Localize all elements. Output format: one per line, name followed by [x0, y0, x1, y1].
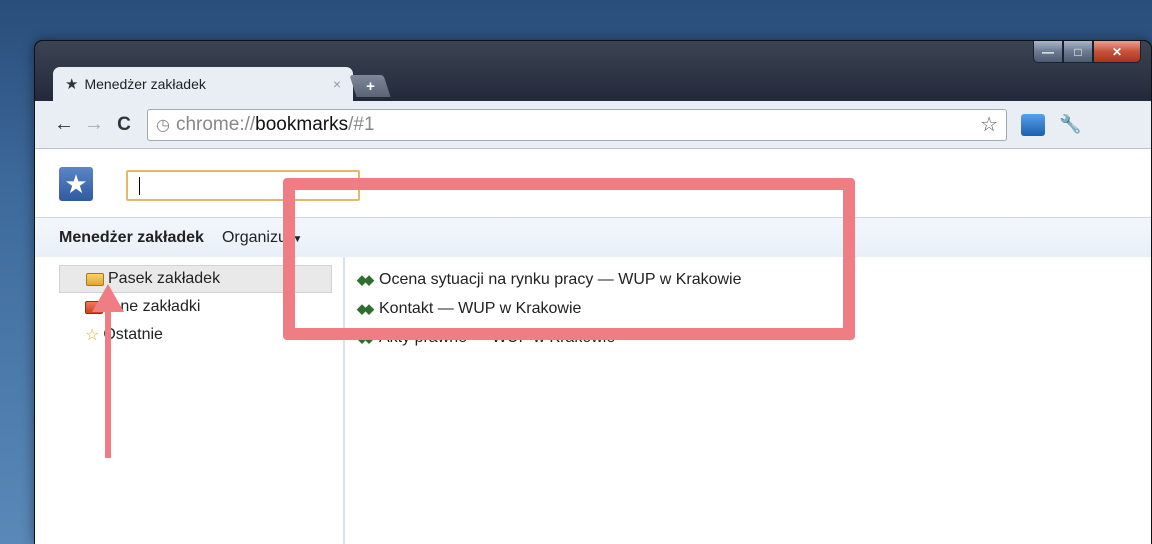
bookmark-star-icon[interactable]: ☆ — [980, 112, 998, 137]
back-button[interactable]: ← — [49, 113, 79, 136]
tree-item-label: Ostatnie — [103, 326, 163, 343]
star-icon: ☆ — [85, 327, 100, 344]
bookmark-manager-page: ★ Menedżer zakładek Organizuj ▼ Pasek zak… — [35, 149, 1151, 544]
star-icon: ★ — [65, 76, 79, 93]
url-host: bookmarks — [255, 113, 349, 135]
handshake-icon: ◆◆ — [357, 271, 374, 287]
tree-item-recent[interactable]: ☆ Ostatnie — [59, 321, 332, 349]
list-item[interactable]: ◆◆ Kontakt — WUP w Krakowie — [357, 294, 917, 323]
handshake-icon: ◆◆ — [357, 300, 374, 316]
tree-item-label: Pasek zakładek — [108, 270, 221, 287]
list-item[interactable]: ◆◆ Akty prawne — WUP w Krakowie — [357, 323, 917, 352]
bookmark-list: ◆◆ Ocena sytuacji na rynku pracy — WUP w… — [357, 265, 917, 352]
list-item[interactable]: ◆◆ Ocena sytuacji na rynku pracy — WUP w… — [357, 265, 917, 294]
browser-window: — □ ✕ ★ Menedżer zakładek × + ← → C ◷ ch… — [34, 40, 1152, 544]
handshake-icon: ◆◆ — [357, 329, 374, 345]
new-tab-button[interactable]: + — [349, 75, 391, 97]
reload-button[interactable]: C — [109, 114, 139, 136]
folder-tree: Pasek zakładek Inne zakładki ☆ Ostatnie — [35, 257, 345, 544]
organize-label: Organizuj — [221, 228, 291, 246]
title-bar: — □ ✕ ★ Menedżer zakładek × + — [35, 41, 1151, 101]
plus-icon: + — [365, 77, 375, 95]
extension-icon[interactable] — [1021, 113, 1045, 136]
maximize-button[interactable]: □ — [1063, 41, 1093, 63]
tab-title: Menedżer zakładek — [84, 76, 206, 92]
address-bar[interactable]: ◷ chrome:// bookmarks /#1 ☆ — [147, 108, 1007, 141]
minimize-button[interactable]: — — [1033, 41, 1063, 63]
url-scheme: chrome:// — [175, 113, 256, 135]
tab-close-icon[interactable]: × — [333, 76, 341, 92]
bookmark-label: Kontakt — WUP w Krakowie — [379, 299, 582, 317]
active-tab[interactable]: ★ Menedżer zakładek × — [53, 67, 353, 101]
organize-menu[interactable]: Organizuj ▼ — [222, 229, 302, 247]
caret-down-icon: ▼ — [292, 233, 303, 245]
close-window-button[interactable]: ✕ — [1093, 41, 1141, 63]
wrench-icon[interactable]: 🔧 — [1059, 114, 1081, 135]
bookmark-manager-logo-icon: ★ — [59, 167, 93, 201]
url-path: /#1 — [348, 113, 375, 135]
page-icon: ◷ — [156, 116, 170, 134]
navigation-toolbar: ← → C ◷ chrome:// bookmarks /#1 ☆ 🔧 — [35, 101, 1151, 149]
page-title: Menedżer zakładek — [59, 228, 204, 246]
window-controls: — □ ✕ — [1033, 41, 1141, 63]
forward-button[interactable]: → — [79, 113, 109, 136]
bookmark-label: Ocena sytuacji na rynku pracy — WUP w Kr… — [379, 270, 742, 288]
search-input[interactable] — [126, 170, 360, 201]
header-bar: Menedżer zakładek Organizuj ▼ — [35, 217, 1151, 257]
bookmark-label: Akty prawne — WUP w Krakowie — [379, 328, 616, 346]
arrow-annotation — [105, 300, 111, 458]
text-cursor — [139, 177, 140, 195]
